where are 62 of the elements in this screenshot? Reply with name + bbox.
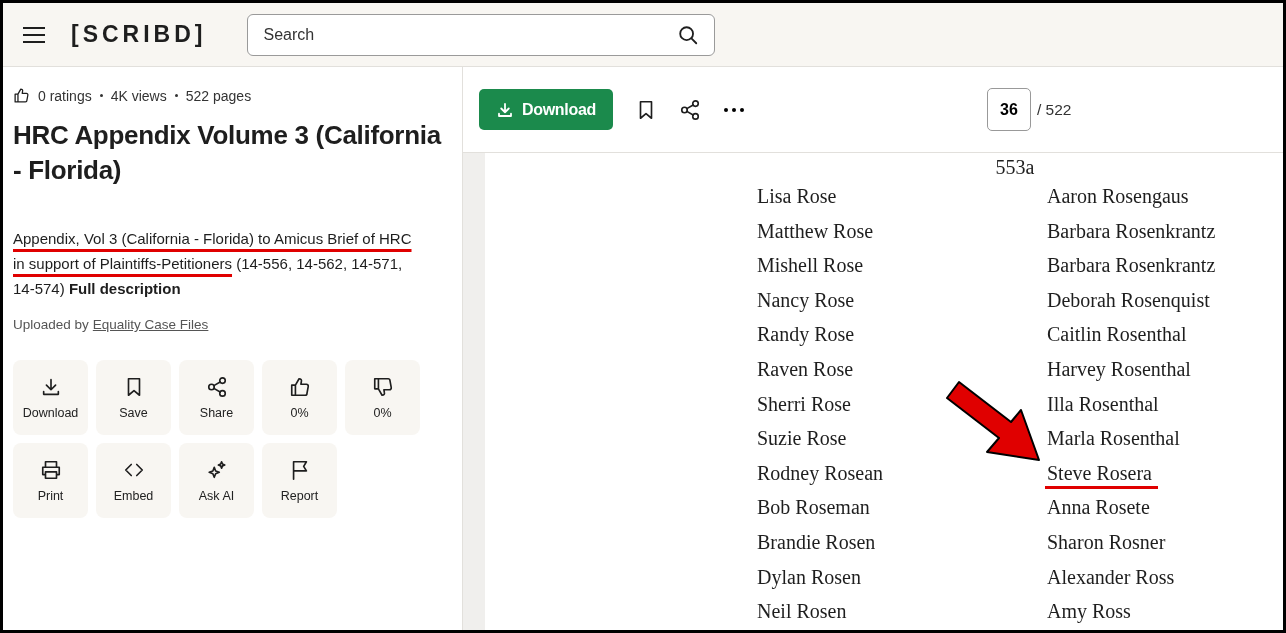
name-entry: Alexander Ross [1047, 564, 1175, 590]
action-button[interactable]: Report [262, 443, 337, 518]
action-button[interactable]: Embed [96, 443, 171, 518]
document-title: HRC Appendix Volume 3 (California - Florida) [13, 119, 443, 187]
name-entry: Barbara Rosenkrantz [1047, 253, 1216, 279]
name-entry: Deborah Rosenquist [1047, 287, 1210, 314]
search-icon[interactable] [676, 23, 699, 46]
page-number-field[interactable]: 36 [987, 88, 1031, 131]
share-icon [205, 375, 228, 398]
action-button[interactable]: Ask AI [179, 443, 254, 518]
thumbs-up-icon [13, 87, 30, 104]
search-field[interactable]: Search [246, 13, 715, 56]
page-total: / 522 [1037, 100, 1072, 119]
action-button[interactable]: Save [96, 360, 171, 435]
thumbs-up-icon [288, 375, 311, 398]
sparkle-icon [205, 458, 228, 481]
name-entry: Matthew Rose [757, 218, 874, 244]
name-entry: Dylan Rosen [757, 564, 861, 591]
action-button[interactable]: Print [13, 443, 88, 518]
name-entry: Suzie Rose [757, 426, 847, 452]
name-entry: Sharon Rosner [1047, 529, 1166, 555]
name-entry: Mishell Rose [757, 253, 864, 279]
name-entry: Steve Rosera [1047, 455, 1152, 491]
share-icon[interactable] [679, 98, 701, 121]
document-stat: 4K views [110, 87, 167, 104]
name-entry: Anna Rosete [1047, 495, 1150, 521]
name-entry: Illa Rosenthal [1047, 391, 1159, 417]
name-entry: Aaron Rosengaus [1047, 184, 1189, 210]
download-icon [495, 100, 514, 119]
name-entry: Raven Rose [757, 356, 854, 382]
name-entry: Amy Ross [1047, 599, 1131, 625]
separator-dot [99, 94, 103, 97]
document-stat: 0 ratings [38, 87, 92, 104]
separator-dot [174, 94, 178, 97]
name-entry: Harvey Rosenthal [1047, 356, 1191, 383]
page-label: 553a [995, 156, 1035, 178]
name-entry: Sherri Rose [757, 391, 851, 417]
menu-icon[interactable] [23, 26, 45, 43]
uploaded-by-label: Uploaded by [13, 317, 89, 332]
name-entry: Neil Rosen [757, 599, 847, 625]
name-entry: Rodney Rosean [757, 460, 884, 487]
name-entry: Lisa Rose [757, 184, 837, 209]
action-button[interactable]: 0% [345, 360, 420, 435]
name-entry: Brandie Rosen [757, 529, 876, 555]
name-entry: Randy Rose [757, 322, 855, 348]
action-button[interactable]: Share [179, 360, 254, 435]
name-entry: Caitlin Rosenthal [1047, 322, 1187, 348]
download-button[interactable]: Download [479, 89, 613, 130]
action-button[interactable]: 0% [262, 360, 337, 435]
printer-icon [39, 458, 62, 481]
full-description-link[interactable]: Full description [68, 280, 181, 297]
document-stat: 522 pages [185, 87, 252, 104]
more-icon[interactable] [723, 106, 745, 113]
document-description: Appendix, Vol 3 (California - Florida) to Amicus Brief of HRC in support of Plaintiffs-Petitioners (14-556, 14-562, 14-571, 14-574) Full description [13, 229, 413, 299]
thumbs-down-icon [371, 375, 394, 398]
action-button[interactable]: Download [13, 360, 88, 435]
logo[interactable]: [SCRIBD] [71, 21, 207, 48]
name-entry: Barbara Rosenkrantz [1047, 218, 1216, 244]
name-entry: Bob Roseman [757, 495, 870, 521]
name-entry: Nancy Rose [757, 287, 855, 314]
name-entry: Marla Rosenthal [1047, 426, 1180, 452]
author-link[interactable]: Equality Case Files [92, 317, 209, 332]
